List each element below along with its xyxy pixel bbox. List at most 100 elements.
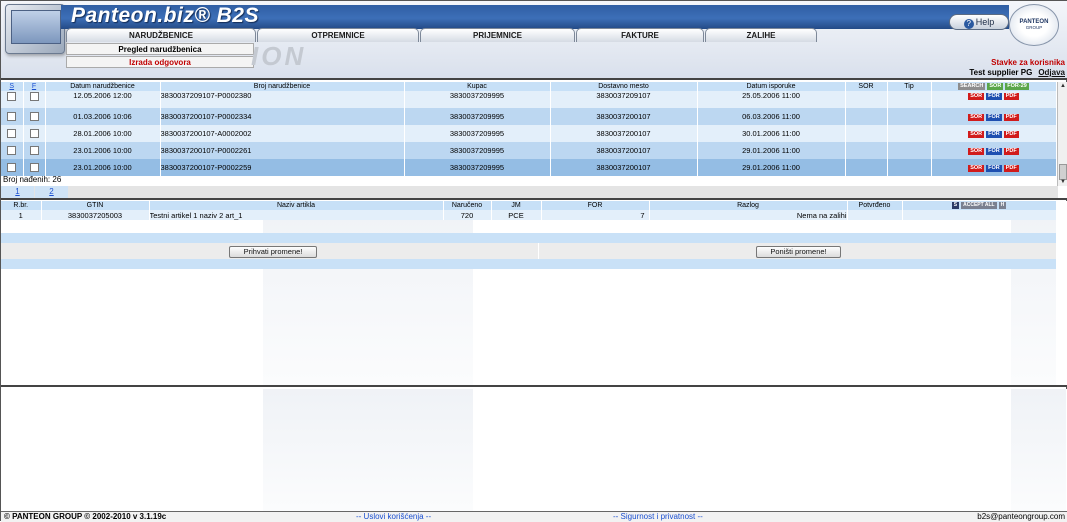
- for29-header-button[interactable]: FOR-29: [1005, 82, 1029, 90]
- item-confirmed[interactable]: [847, 210, 903, 220]
- action-cell-right: Poništi promene!: [540, 243, 1067, 259]
- sor-header-button[interactable]: SOR: [987, 82, 1004, 90]
- tab-zalihe[interactable]: ZALIHE: [705, 28, 817, 42]
- cell-delivery: 3830037200107: [550, 125, 698, 142]
- orders-scrollbar[interactable]: ▲ ▼: [1057, 82, 1067, 186]
- search-header-button[interactable]: SEARCH: [958, 82, 986, 90]
- cell-delivery: 3830037200107: [550, 108, 698, 125]
- row-select-s-checkbox[interactable]: [7, 146, 17, 156]
- header-watermark: ION: [251, 41, 307, 71]
- user-info: Stavke za korisnika Test supplier PG Odja…: [969, 58, 1065, 78]
- cell-number: 3830037200107-A0002002: [160, 125, 405, 142]
- tab-prijemnice[interactable]: PRIJEMNICE: [420, 28, 575, 42]
- col-type: Tip: [887, 82, 932, 91]
- col-s[interactable]: S: [1, 82, 24, 91]
- row-select-f-checkbox[interactable]: [29, 91, 39, 101]
- help-button[interactable]: ? Help: [949, 14, 1009, 30]
- accept-all-button[interactable]: ACCEPT ALL: [961, 201, 997, 209]
- for-button[interactable]: FOR: [986, 130, 1002, 138]
- separator-stripe: [1, 259, 1056, 269]
- page-link-1[interactable]: 1: [1, 186, 34, 198]
- cell-date: 12.05.2006 12:00: [45, 91, 161, 108]
- col-actions: SEARCH SOR FOR-29: [931, 82, 1057, 91]
- table-row[interactable]: 12.05.2006 12:00 3830037209107-P0002380 …: [1, 91, 1057, 108]
- cell-buyer: 3830037209995: [404, 108, 551, 125]
- for-button[interactable]: FOR: [986, 147, 1002, 155]
- sor-button[interactable]: SOR: [968, 147, 985, 155]
- col-jm: JM: [491, 201, 542, 210]
- user-name: Test supplier PG: [969, 68, 1033, 77]
- accept-changes-button[interactable]: Prihvati promene!: [229, 246, 317, 258]
- row-select-f-checkbox[interactable]: [29, 146, 39, 156]
- pdf-button[interactable]: PDF: [1003, 164, 1019, 172]
- row-select-s-checkbox[interactable]: [7, 129, 17, 139]
- cell-sor: [845, 125, 888, 142]
- item-ordered: 720: [443, 210, 492, 220]
- for-button[interactable]: FOR: [986, 92, 1002, 100]
- row-select-s-checkbox[interactable]: [7, 163, 17, 173]
- item-row[interactable]: 1 3830037205003 Testni artikel 1 naziv 2…: [1, 210, 1057, 220]
- for-button[interactable]: FOR: [986, 164, 1002, 172]
- table-row[interactable]: 28.01.2006 10:00 3830037200107-A0002002 …: [1, 125, 1057, 142]
- panteon-logo: PANTEON GROUP: [1009, 4, 1059, 46]
- scroll-up-icon[interactable]: ▲: [1058, 82, 1067, 90]
- cell-delivery: 3830037209107: [550, 91, 698, 108]
- logout-link[interactable]: Odjava: [1038, 68, 1065, 77]
- sor-button[interactable]: SOR: [968, 164, 985, 172]
- cell-sor: [845, 142, 888, 159]
- pdf-button[interactable]: PDF: [1003, 147, 1019, 155]
- item-reason[interactable]: Nema na zalihi: [649, 210, 848, 220]
- table-row[interactable]: 01.03.2006 10:06 3830037200107-P0002334 …: [1, 108, 1057, 125]
- for-button[interactable]: FOR: [986, 113, 1002, 121]
- tab-fakture[interactable]: FAKTURE: [576, 28, 704, 42]
- pdf-button[interactable]: PDF: [1003, 130, 1019, 138]
- row-select-s-checkbox[interactable]: [7, 112, 17, 122]
- pdf-button[interactable]: PDF: [1003, 113, 1019, 121]
- sor-button[interactable]: SOR: [968, 92, 985, 100]
- cell-date: 23.01.2006 10:00: [45, 159, 161, 176]
- h-header-button[interactable]: H: [998, 201, 1007, 209]
- row-select-s-checkbox[interactable]: [7, 91, 17, 101]
- table-row[interactable]: 23.01.2006 10:00 3830037200107-P0002261 …: [1, 142, 1057, 159]
- row-select-f-checkbox[interactable]: [29, 163, 39, 173]
- row-actions: SOR FOR PDF: [931, 159, 1057, 176]
- cancel-changes-button[interactable]: Poništi promene!: [756, 246, 841, 258]
- subnav-izrada[interactable]: Izrada odgovora: [66, 56, 254, 68]
- col-buyer: Kupac: [404, 82, 551, 91]
- cell-number: 3830037200107-P0002259: [160, 159, 405, 176]
- page-link-2[interactable]: 2: [35, 186, 68, 198]
- orders-panel: S F Datum narudžbenice Broj narudžbenice…: [1, 82, 1067, 200]
- subnav-pregled[interactable]: Pregled narudžbenica: [66, 43, 254, 55]
- item-for[interactable]: 7: [541, 210, 650, 220]
- row-select-f-checkbox[interactable]: [29, 129, 39, 139]
- col-number: Broj narudžbenice: [160, 82, 405, 91]
- background-watermark: [1011, 201, 1056, 385]
- cell-type: [887, 125, 932, 142]
- cell-date: 01.03.2006 10:06: [45, 108, 161, 125]
- row-select-f-checkbox[interactable]: [29, 112, 39, 122]
- col-for: FOR: [541, 201, 650, 210]
- help-label: Help: [975, 17, 995, 27]
- cell-date: 28.01.2006 10:00: [45, 125, 161, 142]
- sor-button[interactable]: SOR: [968, 113, 985, 121]
- pdf-button[interactable]: PDF: [1003, 92, 1019, 100]
- s-header-button[interactable]: S: [951, 201, 960, 209]
- tab-otpremnice[interactable]: OTPREMNICE: [257, 28, 419, 42]
- scroll-down-icon[interactable]: ▼: [1058, 178, 1067, 186]
- tab-narudzbenice[interactable]: NARUDŽBENICE: [66, 28, 256, 42]
- cell-buyer: 3830037209995: [404, 159, 551, 176]
- col-gtin: GTIN: [41, 201, 150, 210]
- row-actions: SOR FOR PDF: [931, 125, 1057, 142]
- cell-delivery-date: 29.01.2006 11:00: [697, 159, 846, 176]
- sor-button[interactable]: SOR: [968, 130, 985, 138]
- cell-sor: [845, 91, 888, 108]
- row-actions: SOR FOR PDF: [931, 142, 1057, 159]
- cell-sor: [845, 108, 888, 125]
- col-date: Datum narudžbenice: [45, 82, 161, 91]
- table-row-selected[interactable]: 23.01.2006 10:00 3830037200107-P0002259 …: [1, 159, 1057, 176]
- row-actions: SOR FOR PDF: [931, 108, 1057, 125]
- col-rbr: R.br.: [1, 201, 42, 210]
- col-f[interactable]: F: [23, 82, 46, 91]
- pagination: 12: [1, 186, 1058, 198]
- results-count: Broj nađenih: 26: [3, 175, 62, 184]
